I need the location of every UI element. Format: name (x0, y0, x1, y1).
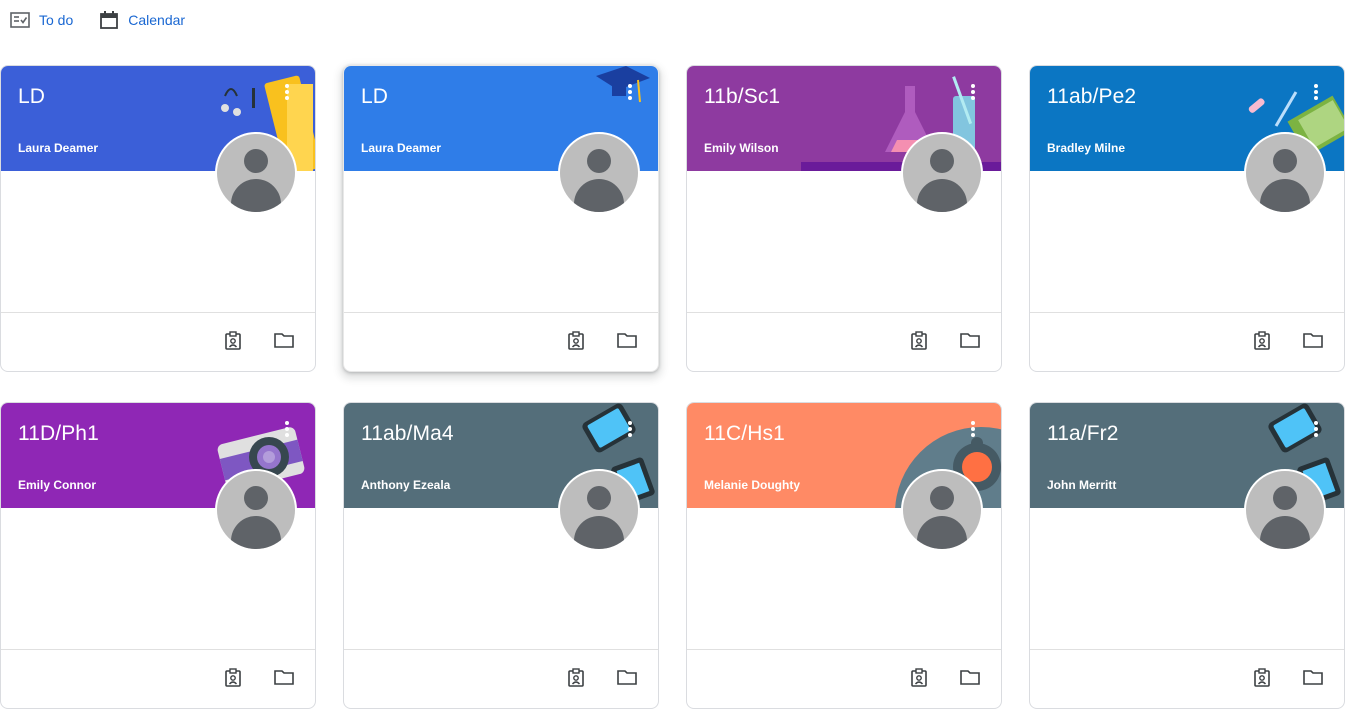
top-navigation: To do Calendar (10, 7, 211, 33)
teacher-name: Anthony Ezeala (361, 478, 451, 492)
class-card[interactable]: LD Laura Deamer (0, 65, 316, 372)
teacher-name: Emily Connor (18, 478, 97, 492)
teacher-name: Laura Deamer (18, 141, 99, 155)
class-card[interactable]: 11D/Ph1 Emily Connor (0, 402, 316, 709)
card-footer (344, 649, 658, 708)
class-card[interactable]: 11b/Sc1 Emily Wilson (686, 65, 1002, 372)
teacher-name: Laura Deamer (361, 141, 442, 155)
card-footer (1030, 312, 1344, 371)
folder-icon[interactable] (273, 668, 295, 686)
calendar-link[interactable]: Calendar (99, 10, 185, 30)
teacher-avatar (558, 469, 640, 551)
teacher-name: Emily Wilson (704, 141, 779, 155)
folder-icon[interactable] (616, 668, 638, 686)
class-card[interactable]: 11a/Fr2 John Merritt (1029, 402, 1345, 709)
folder-icon[interactable] (616, 331, 638, 349)
more-vert-icon[interactable] (1310, 419, 1322, 441)
more-vert-icon[interactable] (967, 82, 979, 104)
class-title[interactable]: 11ab/Pe2 (1047, 85, 1136, 109)
assignment-icon[interactable] (567, 331, 585, 351)
folder-icon[interactable] (959, 668, 981, 686)
assignment-icon[interactable] (910, 668, 928, 688)
teacher-avatar (215, 132, 297, 214)
more-vert-icon[interactable] (624, 82, 636, 104)
teacher-avatar (901, 132, 983, 214)
card-footer (1030, 649, 1344, 708)
card-footer (1, 649, 315, 708)
folder-icon[interactable] (959, 331, 981, 349)
more-vert-icon[interactable] (281, 419, 293, 441)
class-card[interactable]: 11ab/Ma4 Anthony Ezeala (343, 402, 659, 709)
teacher-avatar (558, 132, 640, 214)
todo-link[interactable]: To do (10, 12, 73, 28)
more-vert-icon[interactable] (624, 419, 636, 441)
more-vert-icon[interactable] (281, 82, 293, 104)
teacher-name: Melanie Doughty (704, 478, 801, 492)
folder-icon[interactable] (1302, 331, 1324, 349)
class-title[interactable]: 11b/Sc1 (704, 85, 780, 109)
class-card[interactable]: LD Laura Deamer (343, 65, 659, 372)
teacher-avatar (901, 469, 983, 551)
assignment-icon[interactable] (1253, 331, 1271, 351)
assignment-icon[interactable] (224, 668, 242, 688)
assignment-icon[interactable] (567, 668, 585, 688)
class-card[interactable]: 11ab/Pe2 Bradley Milne (1029, 65, 1345, 372)
class-title[interactable]: LD (361, 85, 388, 109)
card-footer (687, 312, 1001, 371)
assignment-icon[interactable] (910, 331, 928, 351)
calendar-icon (100, 11, 119, 29)
class-title[interactable]: 11C/Hs1 (704, 422, 785, 446)
calendar-label: Calendar (128, 12, 186, 28)
class-card-grid: LD Laura Deamer LD Laura Deamer 11b/Sc1 Emily… (0, 65, 1349, 709)
class-card[interactable]: 11C/Hs1 Melanie Doughty (686, 402, 1002, 709)
class-title[interactable]: LD (18, 85, 45, 109)
folder-icon[interactable] (273, 331, 295, 349)
teacher-avatar (1244, 132, 1326, 214)
teacher-name: John Merritt (1047, 478, 1117, 492)
card-footer (687, 649, 1001, 708)
checklist-icon (10, 12, 30, 28)
card-footer (1, 312, 315, 371)
card-footer (344, 312, 658, 371)
folder-icon[interactable] (1302, 668, 1324, 686)
class-title[interactable]: 11ab/Ma4 (361, 422, 454, 446)
more-vert-icon[interactable] (1310, 82, 1322, 104)
class-title[interactable]: 11a/Fr2 (1047, 422, 1119, 446)
assignment-icon[interactable] (1253, 668, 1271, 688)
class-title[interactable]: 11D/Ph1 (18, 422, 99, 446)
assignment-icon[interactable] (224, 331, 242, 351)
teacher-avatar (215, 469, 297, 551)
teacher-name: Bradley Milne (1047, 141, 1126, 155)
teacher-avatar (1244, 469, 1326, 551)
more-vert-icon[interactable] (967, 419, 979, 441)
todo-label: To do (39, 12, 74, 28)
